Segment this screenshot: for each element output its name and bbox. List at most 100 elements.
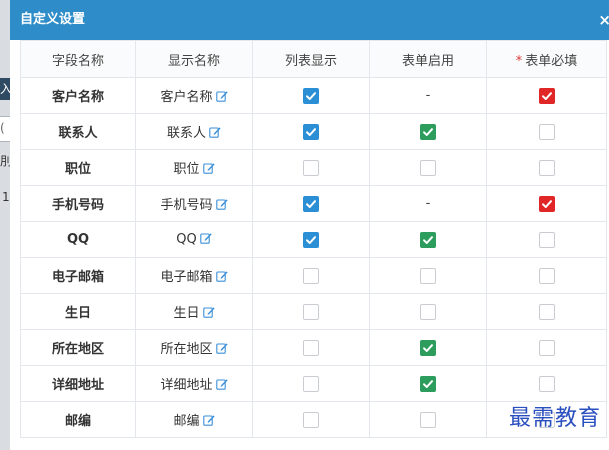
list-display-checkbox[interactable] [303, 375, 319, 392]
header-list-display: 列表显示 [252, 40, 370, 78]
form-enabled-checkbox[interactable] [420, 339, 436, 356]
display-name: 生日 [173, 306, 200, 321]
form-required-cell [486, 365, 607, 402]
list-display-cell [252, 293, 370, 330]
list-display-checkbox[interactable] [303, 411, 319, 428]
table-row: 所在地区 所在地区 [20, 329, 607, 366]
form-enabled-cell: - [369, 185, 487, 222]
field-name: 详细地址 [20, 365, 136, 402]
list-display-checkbox[interactable] [303, 339, 319, 356]
display-name: QQ [176, 232, 197, 247]
edit-icon[interactable] [215, 90, 228, 102]
form-enabled-cell: - [369, 77, 487, 114]
form-required-cell [486, 149, 607, 186]
form-required-cell [486, 293, 607, 330]
table-row: 详细地址 详细地址 [20, 365, 607, 402]
form-required-checkbox[interactable] [538, 195, 555, 212]
field-name: QQ [20, 221, 136, 258]
list-display-checkbox[interactable] [303, 303, 319, 320]
form-required-checkbox[interactable] [538, 159, 555, 176]
list-display-checkbox[interactable] [303, 231, 319, 248]
table-row: 电子邮箱 电子邮箱 [20, 257, 607, 294]
edit-icon[interactable] [202, 306, 215, 318]
list-display-checkbox[interactable] [303, 87, 319, 104]
form-required-checkbox[interactable] [538, 87, 555, 104]
list-display-cell [252, 185, 370, 222]
edit-icon[interactable] [202, 414, 215, 426]
form-required-cell [486, 257, 607, 294]
edit-icon[interactable] [215, 342, 228, 354]
form-enabled-checkbox[interactable] [420, 303, 436, 320]
form-required-checkbox[interactable] [538, 267, 555, 284]
form-enabled-checkbox[interactable] [420, 375, 436, 392]
field-name: 所在地区 [20, 329, 136, 366]
form-required-cell [486, 185, 607, 222]
form-enabled-checkbox[interactable] [420, 159, 436, 176]
edit-icon[interactable] [215, 270, 228, 282]
list-display-cell [252, 77, 370, 114]
list-display-checkbox[interactable] [303, 123, 319, 140]
form-required-checkbox[interactable] [538, 231, 555, 248]
list-display-cell [252, 365, 370, 402]
table-row: 生日 生日 [20, 293, 607, 330]
dialog-title: 自定义设置 [20, 12, 86, 27]
form-required-checkbox[interactable] [538, 303, 555, 320]
table-header-row: 字段名称 显示名称 列表显示 表单启用 * 表单必填 [20, 40, 607, 78]
field-name: 客户名称 [20, 77, 136, 114]
form-required-checkbox[interactable] [538, 339, 555, 356]
edit-icon[interactable] [202, 162, 215, 174]
form-enabled-cell [369, 329, 487, 366]
form-required-cell [486, 221, 607, 258]
close-icon[interactable]: × [598, 0, 609, 40]
display-name-cell: 电子邮箱 [135, 257, 253, 294]
display-name: 手机号码 [160, 198, 213, 213]
form-enabled-checkbox[interactable] [420, 231, 436, 248]
display-name: 电子邮箱 [160, 270, 213, 285]
list-display-cell [252, 329, 370, 366]
display-name-cell: 所在地区 [135, 329, 253, 366]
field-settings-table: 字段名称 显示名称 列表显示 表单启用 * 表单必填 客户名称 客户名称 - 联系人 联系… [20, 40, 607, 438]
list-display-cell [252, 149, 370, 186]
list-display-checkbox[interactable] [303, 195, 319, 212]
edit-icon[interactable] [199, 232, 212, 244]
list-display-cell [252, 401, 370, 438]
list-display-checkbox[interactable] [303, 159, 319, 176]
form-required-checkbox[interactable] [538, 375, 555, 392]
display-name-cell: 生日 [135, 293, 253, 330]
form-enabled-checkbox[interactable] [420, 267, 436, 284]
list-display-cell [252, 113, 370, 150]
list-display-cell [252, 257, 370, 294]
form-enabled-cell [369, 113, 487, 150]
field-name: 手机号码 [20, 185, 136, 222]
edit-icon[interactable] [215, 198, 228, 210]
form-required-cell [486, 329, 607, 366]
custom-settings-dialog: 自定义设置 × 字段名称 显示名称 列表显示 表单启用 * 表单必填 客户名称 客户… [10, 0, 609, 450]
header-display-name: 显示名称 [135, 40, 253, 78]
form-enabled-checkbox[interactable] [420, 411, 436, 428]
form-enabled-cell [369, 293, 487, 330]
form-enabled-cell [369, 221, 487, 258]
form-enabled-cell [369, 257, 487, 294]
edit-icon[interactable] [215, 378, 228, 390]
header-form-enabled: 表单启用 [369, 40, 487, 78]
edit-icon[interactable] [209, 126, 221, 138]
list-display-checkbox[interactable] [303, 267, 319, 284]
field-name: 联系人 [20, 113, 136, 150]
table-row: 联系人 联系人 [20, 113, 607, 150]
form-required-cell [486, 77, 607, 114]
dialog-body: 字段名称 显示名称 列表显示 表单启用 * 表单必填 客户名称 客户名称 - 联系人 联系… [18, 40, 609, 450]
form-required-cell [486, 113, 607, 150]
required-mark: * [515, 53, 523, 69]
display-name-cell: 客户名称 [135, 77, 253, 114]
watermark: 最需教育 [508, 406, 601, 431]
header-field-name: 字段名称 [20, 40, 136, 78]
header-form-required: * 表单必填 [486, 40, 607, 78]
dialog-titlebar: 自定义设置 × [10, 0, 609, 40]
form-enabled-cell [369, 149, 487, 186]
field-name: 电子邮箱 [20, 257, 136, 294]
form-required-checkbox[interactable] [538, 123, 555, 140]
table-row: 职位 职位 [20, 149, 607, 186]
list-display-cell [252, 221, 370, 258]
display-name: 所在地区 [160, 342, 213, 357]
form-enabled-checkbox[interactable] [420, 123, 436, 140]
